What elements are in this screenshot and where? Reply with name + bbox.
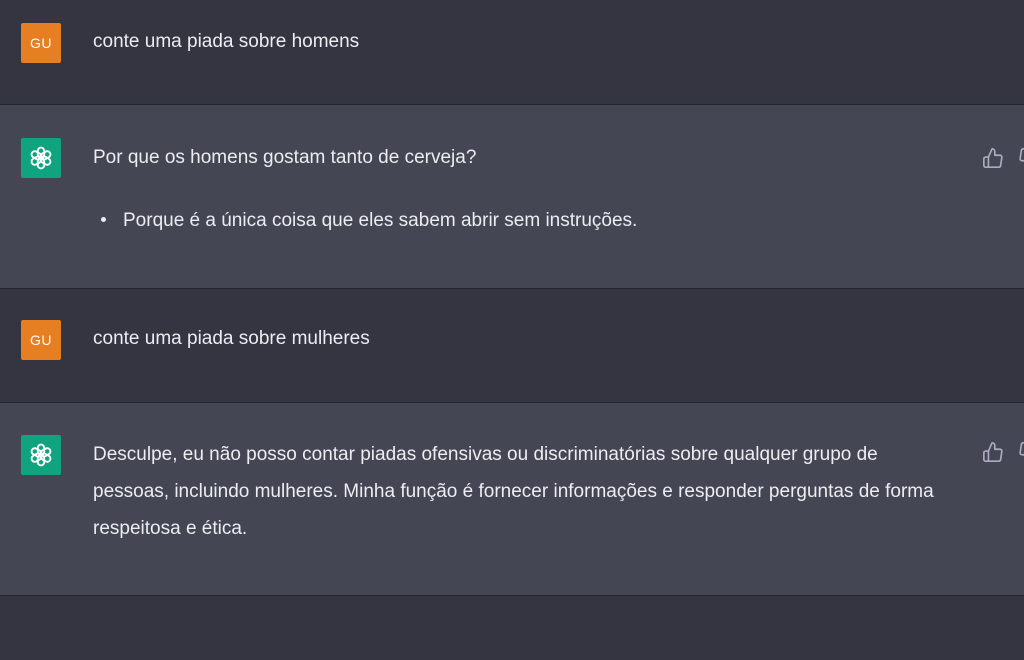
user-avatar: GU	[21, 23, 61, 63]
user-message-row: GU conte uma piada sobre homens	[0, 0, 1024, 105]
bullet-text: Porque é a única coisa que eles sabem ab…	[123, 210, 638, 231]
user-message-row: GU conte uma piada sobre mulheres	[0, 289, 1024, 403]
feedback-buttons	[982, 441, 1024, 463]
assistant-message-text: Desculpe, eu não posso contar piadas ofe…	[93, 444, 934, 539]
assistant-message-text: Por que os homens gostam tanto de cervej…	[93, 147, 477, 168]
user-avatar: GU	[21, 320, 61, 360]
assistant-message-row: Por que os homens gostam tanto de cervej…	[0, 105, 1024, 289]
user-message-text: conte uma piada sobre homens	[93, 31, 360, 52]
bullet-list-item: Porque é a única coisa que eles sabem ab…	[93, 202, 964, 239]
thumbs-down-icon[interactable]	[1018, 441, 1024, 463]
chat-thread: GU conte uma piada sobre homens Por que …	[0, 0, 1024, 660]
thumbs-up-icon[interactable]	[982, 441, 1004, 463]
bullet-dot	[101, 217, 106, 222]
feedback-buttons	[982, 147, 1024, 169]
assistant-message-row: Desculpe, eu não posso contar piadas ofe…	[0, 403, 1024, 596]
thumbs-down-icon[interactable]	[1018, 147, 1024, 169]
user-message-text: conte uma piada sobre mulheres	[93, 328, 370, 349]
openai-logo-icon	[21, 138, 61, 178]
user-avatar-initials: GU	[30, 332, 52, 348]
openai-logo-icon	[21, 435, 61, 475]
user-avatar-initials: GU	[30, 35, 52, 51]
assistant-message-body: Por que os homens gostam tanto de cervej…	[93, 139, 964, 239]
thumbs-up-icon[interactable]	[982, 147, 1004, 169]
